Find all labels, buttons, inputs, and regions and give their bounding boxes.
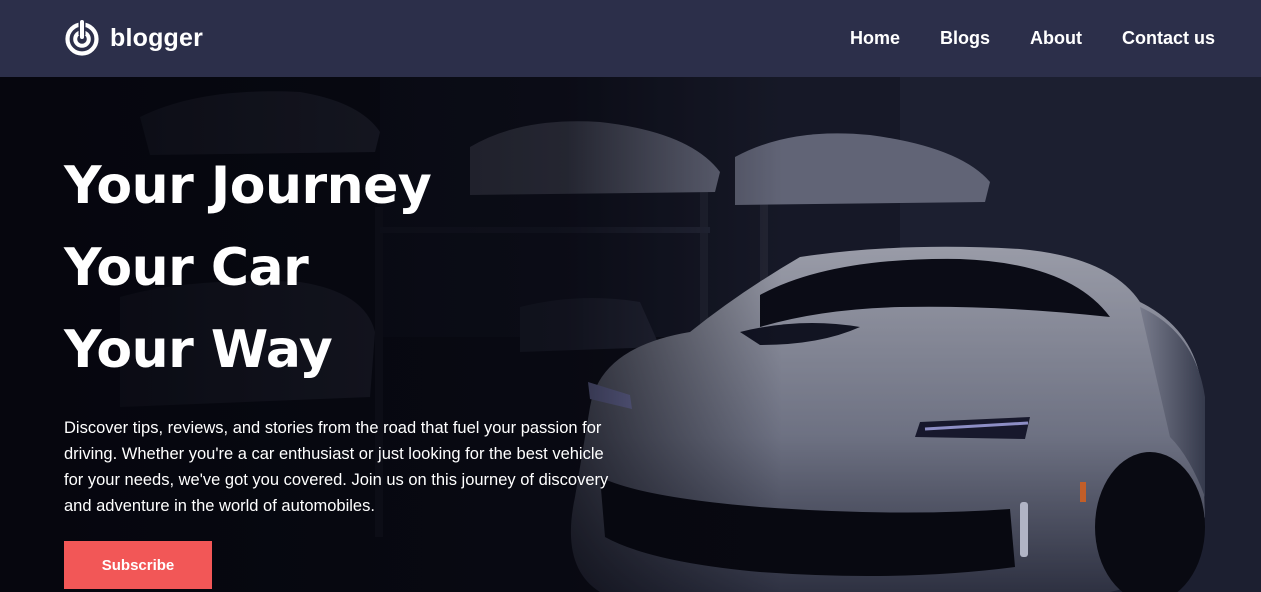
- hero-text-block: Your Journey Your Car Your Way Discover …: [64, 145, 624, 519]
- nav-link-blogs[interactable]: Blogs: [940, 28, 990, 49]
- landing-page: blogger Home Blogs About Contact us Your…: [0, 0, 1261, 592]
- blogger-power-icon: [65, 20, 99, 56]
- main-nav: Home Blogs About Contact us: [850, 0, 1215, 77]
- hero-headline: Your Journey Your Car Your Way: [64, 145, 624, 391]
- headline-line-2: Your Car: [64, 238, 309, 298]
- headline-line-3: Your Way: [64, 320, 333, 380]
- nav-link-home[interactable]: Home: [850, 28, 900, 49]
- brand-name: blogger: [110, 23, 204, 52]
- headline-line-1: Your Journey: [64, 156, 432, 216]
- hero-description: Discover tips, reviews, and stories from…: [64, 419, 609, 515]
- subscribe-button[interactable]: Subscribe: [64, 541, 212, 589]
- navbar: blogger Home Blogs About Contact us: [0, 0, 1261, 77]
- hero-section: Your Journey Your Car Your Way Discover …: [0, 77, 1261, 592]
- nav-link-contact[interactable]: Contact us: [1122, 28, 1215, 49]
- nav-link-about[interactable]: About: [1030, 28, 1082, 49]
- brand-logo[interactable]: blogger: [63, 19, 203, 57]
